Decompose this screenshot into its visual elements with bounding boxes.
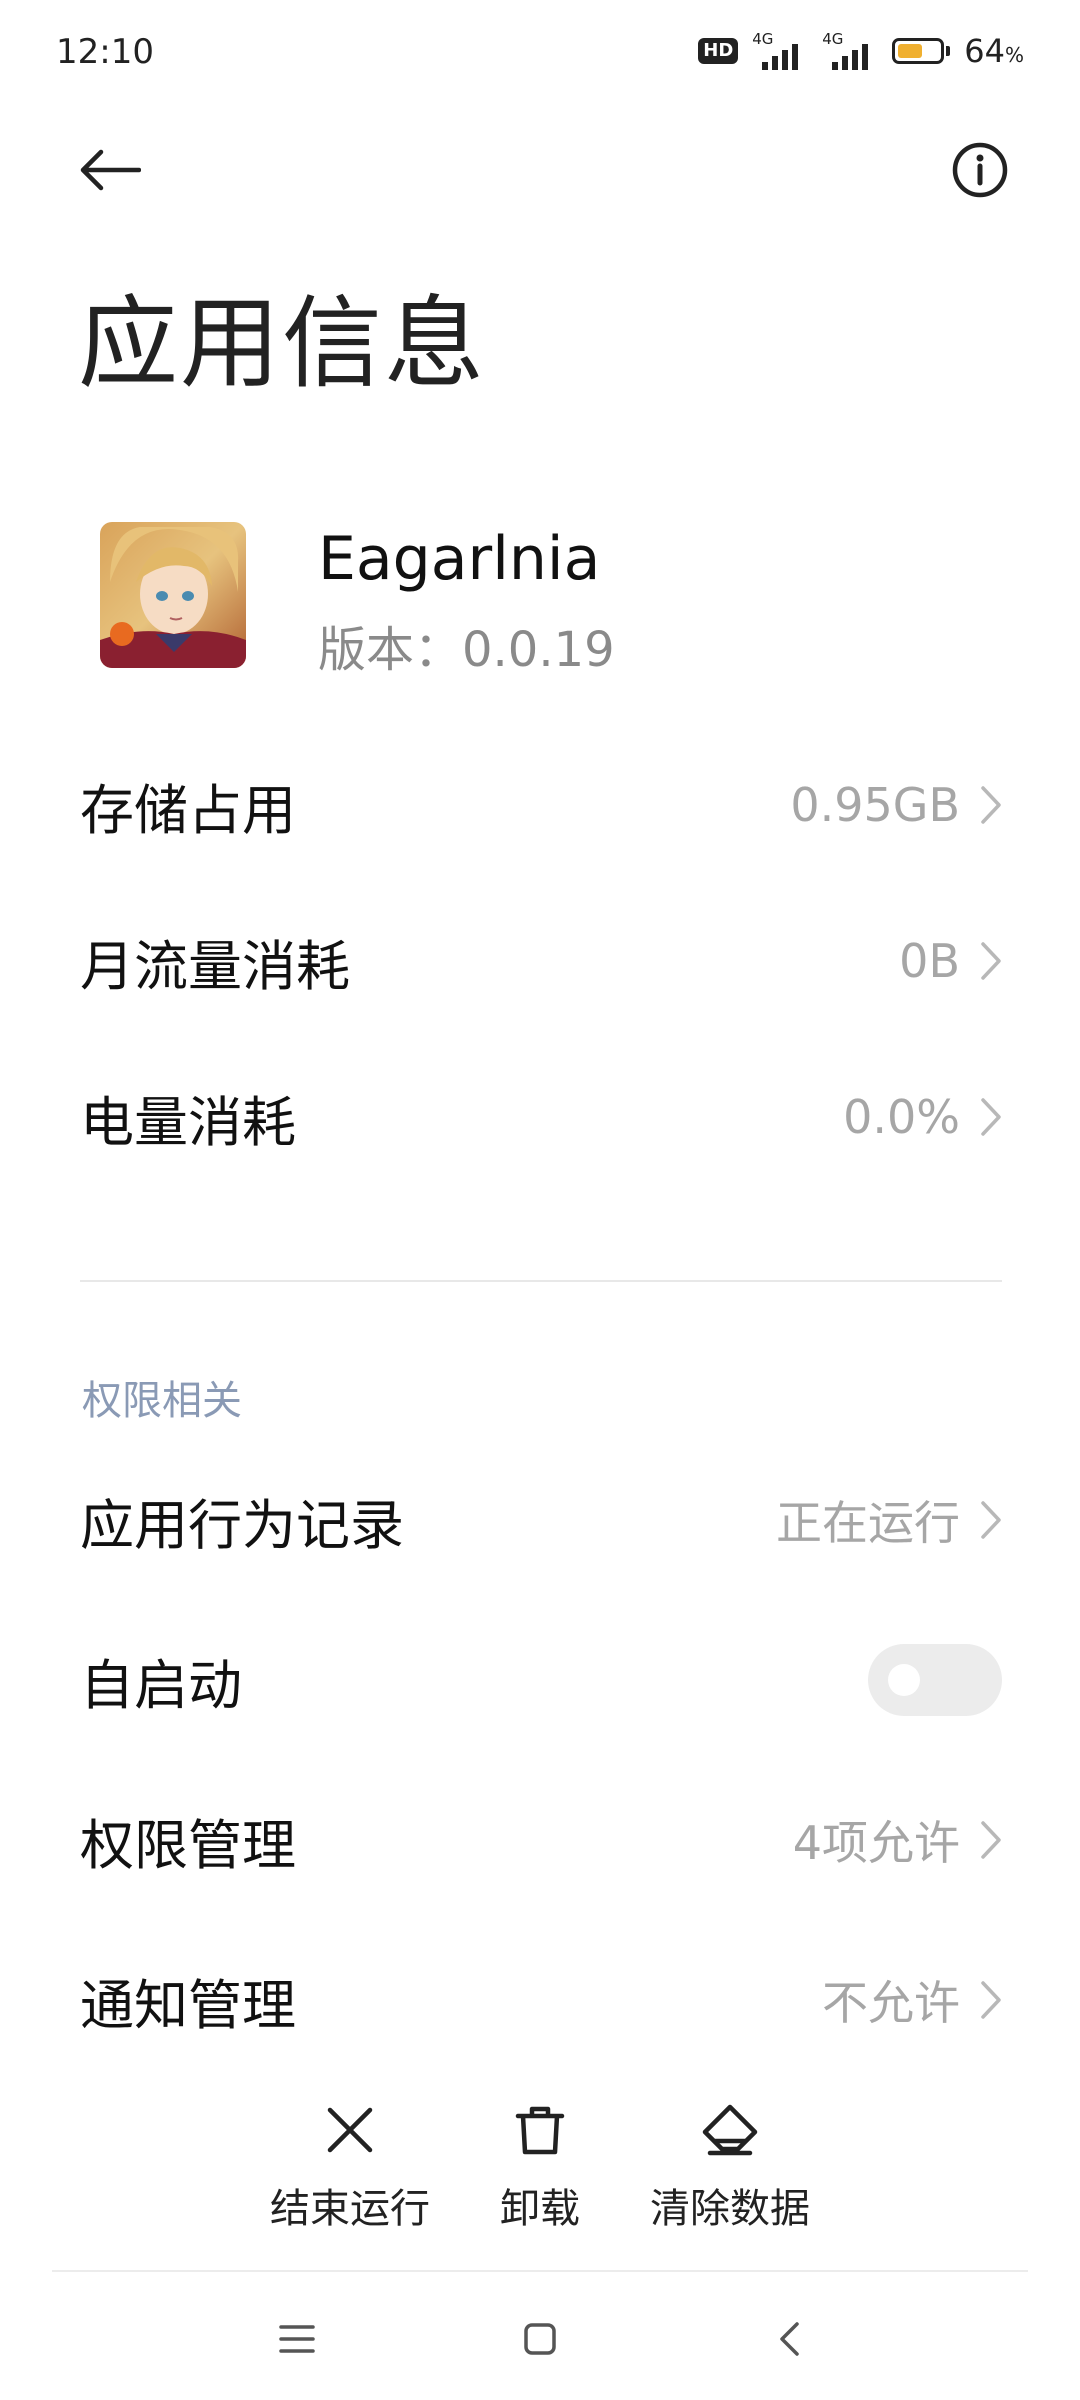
permission-management-row[interactable]: 权限管理 4项允许 <box>80 1785 1002 1895</box>
force-stop-button[interactable]: 结束运行 <box>270 2100 430 2234</box>
chevron-right-icon <box>981 1981 1001 2019</box>
info-circle-icon <box>952 142 1008 198</box>
eraser-icon <box>702 2104 758 2156</box>
battery-percent: 64% <box>964 32 1024 70</box>
nav-divider <box>52 2270 1028 2272</box>
trash-icon <box>515 2106 565 2155</box>
app-icon <box>100 522 246 668</box>
permission-management-value: 4项允许 <box>792 1816 960 1870</box>
bottom-actions: 结束运行 卸载 清除数据 <box>0 2100 1080 2232</box>
section-divider <box>80 1280 1002 1282</box>
home-square-icon <box>524 2323 556 2355</box>
chevron-right-icon <box>981 942 1001 980</box>
chevron-right-icon <box>981 786 1001 824</box>
autostart-toggle[interactable] <box>868 1644 1002 1716</box>
storage-value: 0.95GB <box>790 778 960 832</box>
battery-usage-value: 0.0% <box>843 1090 960 1144</box>
chevron-right-icon <box>981 1098 1001 1136</box>
notification-management-value: 不允许 <box>822 1976 960 2030</box>
autostart-row: 自启动 <box>80 1625 1002 1735</box>
app-version: 版本：0.0.19 <box>318 622 615 678</box>
back-chevron-icon <box>780 2322 799 2356</box>
permissions-section-header: 权限相关 <box>82 1378 242 1424</box>
toggle-knob <box>888 1664 920 1696</box>
menu-icon <box>279 2325 315 2353</box>
app-behavior-label: 应用行为记录 <box>80 1493 404 1557</box>
uninstall-button[interactable]: 卸载 <box>480 2100 600 2234</box>
autostart-label: 自启动 <box>80 1653 242 1717</box>
recent-apps-button[interactable] <box>262 2304 332 2374</box>
uninstall-label: 卸载 <box>500 2186 580 2232</box>
status-bar: 12:10 HD 4G 4G 64% <box>0 0 1080 110</box>
app-behavior-value: 正在运行 <box>776 1496 960 1550</box>
force-stop-label: 结束运行 <box>270 2186 430 2232</box>
data-usage-row[interactable]: 月流量消耗 0B <box>80 906 1002 1016</box>
battery-usage-row[interactable]: 电量消耗 0.0% <box>80 1062 1002 1172</box>
info-button[interactable] <box>940 130 1020 210</box>
app-behavior-row[interactable]: 应用行为记录 正在运行 <box>80 1465 1002 1575</box>
chevron-right-icon <box>981 1821 1001 1859</box>
storage-row[interactable]: 存储占用 0.95GB <box>80 750 1002 860</box>
status-icons: HD 4G 4G 64% <box>698 30 1024 72</box>
status-time: 12:10 <box>56 32 154 72</box>
battery-usage-label: 电量消耗 <box>80 1090 296 1154</box>
permission-management-label: 权限管理 <box>80 1813 296 1877</box>
chevron-right-icon <box>981 1501 1001 1539</box>
battery-icon <box>892 38 951 64</box>
clear-data-button[interactable]: 清除数据 <box>650 2100 810 2234</box>
clear-data-label: 清除数据 <box>650 2186 810 2232</box>
arrow-left-icon <box>80 149 141 191</box>
page-title: 应用信息 <box>78 285 486 402</box>
hd-voice-badge: HD <box>698 38 739 64</box>
signal-1-icon: 4G <box>752 30 808 72</box>
back-button[interactable] <box>70 130 150 210</box>
signal-2-icon: 4G <box>822 30 878 72</box>
app-name: Eagarlnia <box>318 524 601 594</box>
battery-fill <box>898 44 922 58</box>
storage-label: 存储占用 <box>80 778 296 842</box>
data-usage-value: 0B <box>899 934 960 988</box>
notification-management-label: 通知管理 <box>80 1973 296 2037</box>
close-x-icon <box>327 2107 373 2153</box>
home-button[interactable] <box>505 2304 575 2374</box>
notification-management-row[interactable]: 通知管理 不允许 <box>80 1945 1002 2055</box>
nav-back-button[interactable] <box>754 2304 824 2374</box>
data-usage-label: 月流量消耗 <box>80 934 350 998</box>
